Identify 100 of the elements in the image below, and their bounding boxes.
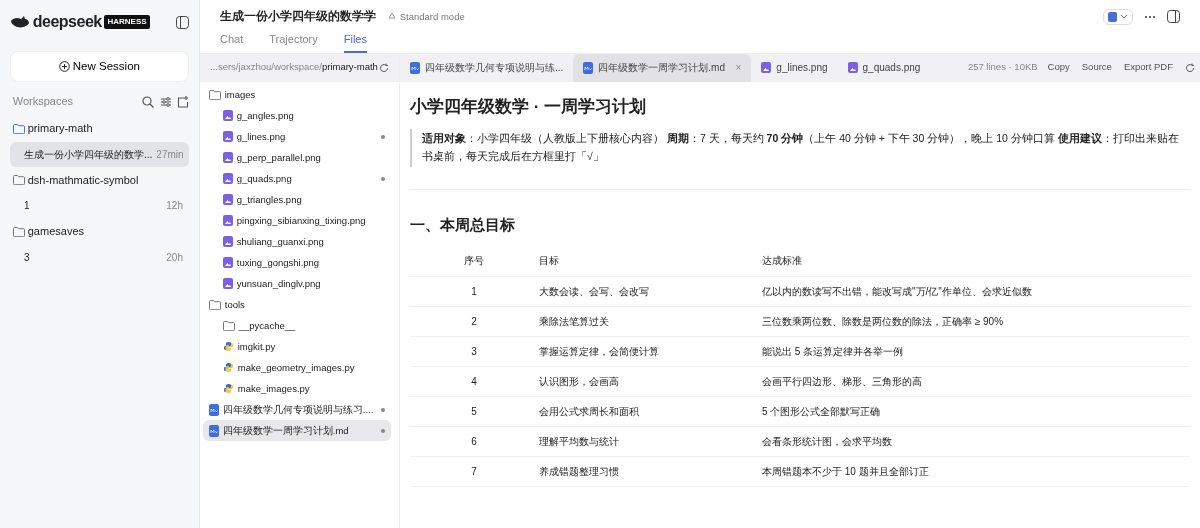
table-cell: 掌握运算定律，会简便计算 [538, 336, 761, 367]
file-item[interactable]: g_perp_parallel.png [202, 147, 391, 169]
table-cell: 亿以内的数读写不出错，能改写成"万/亿"作单位、会求近似数 [761, 276, 1190, 307]
file-item[interactable]: g_quads.png [202, 168, 391, 190]
table-cell: 会画平行四边形、梯形、三角形的高 [761, 366, 1190, 397]
file-item[interactable]: 四年级数学一周学习计划.md [202, 420, 391, 442]
session-item[interactable]: 生成一份小学四年级的数学... 27min [10, 141, 189, 167]
file-item[interactable]: yunsuan_dinglv.png [202, 273, 391, 295]
workspace-item[interactable]: gamesaves [10, 218, 189, 245]
file-item[interactable]: g_angles.png [202, 105, 391, 127]
mode-label: Standard mode [399, 9, 465, 24]
view-tab[interactable]: Chat [220, 28, 244, 53]
caret-icon [1120, 13, 1128, 20]
toolbar-button[interactable]: Source [1075, 60, 1118, 75]
intro-paragraph: 适用对象：小学四年级（人教版上下册核心内容） 周期：7 天，每天约 70 分钟（上午 40 分钟 + 下午 30 分钟），晚上 10 分钟口算 使用建议：打印出来贴在书桌前，每天完成后在方框里打「√」 [410, 129, 1190, 167]
markdown-file-icon [583, 61, 594, 74]
folder-icon [208, 89, 221, 100]
modified-dot-icon [381, 428, 385, 433]
image-file-icon [847, 62, 858, 73]
file-item[interactable]: 四年级数学几何专项说明与练习.... [202, 399, 391, 421]
refresh-icon[interactable] [379, 62, 389, 73]
image-file-icon [222, 257, 233, 269]
new-session-button[interactable]: New Session [10, 51, 189, 83]
table-cell: 理解平均数与统计 [538, 426, 761, 457]
more-icon[interactable] [1144, 14, 1156, 19]
file-item[interactable]: tuxing_gongshi.png [202, 252, 391, 274]
file-item[interactable]: make_geometry_images.py [202, 357, 391, 379]
table-cell: 6 [410, 426, 538, 457]
file-item[interactable]: g_lines.png [202, 126, 391, 148]
table-cell: 本周错题本不少于 10 题并且全部订正 [761, 456, 1190, 487]
folder-icon [222, 320, 235, 331]
column-header: 达成标准 [761, 246, 1190, 277]
session-title: 生成一份小学四年级的数学学 [220, 9, 376, 24]
search-icon[interactable] [142, 95, 154, 108]
session-item[interactable]: 3 20h [10, 244, 189, 270]
whale-logo-icon [10, 15, 30, 29]
table-cell: 7 [410, 456, 538, 487]
image-file-icon [222, 278, 233, 290]
image-file-icon [222, 236, 233, 248]
markdown-file-icon [208, 403, 219, 416]
image-file-icon [222, 110, 233, 122]
table-cell: 1 [410, 276, 538, 307]
file-tab[interactable]: g_lines.png [751, 53, 838, 82]
image-file-icon [761, 62, 772, 73]
markdown-file-icon [208, 424, 219, 437]
workspace-item[interactable]: dsh-mathmatic-symbol [10, 166, 189, 194]
session-item[interactable]: 1 12h [10, 193, 189, 219]
file-item[interactable]: shuliang_guanxi.png [202, 231, 391, 253]
folder-item[interactable]: __pycache__ [202, 315, 391, 337]
sidebar-toggle-icon[interactable] [176, 15, 189, 29]
table-cell: 养成错题整理习惯 [538, 456, 761, 487]
markdown-file-icon [410, 61, 420, 74]
folder-item[interactable]: images [202, 84, 391, 106]
image-file-icon [222, 131, 233, 143]
table-cell: 会用公式求周长和面积 [538, 396, 761, 427]
view-tab[interactable]: Trajectory [269, 28, 318, 53]
modified-dot-icon [381, 176, 385, 181]
folder-item[interactable]: tools [202, 294, 391, 316]
view-tab[interactable]: Files [343, 28, 367, 53]
table-cell: 大数会读、会写、会改写 [538, 276, 761, 307]
file-tab[interactable]: 四年级数学几何专项说明与练... [400, 53, 574, 82]
toolbar-button[interactable]: Copy [1041, 60, 1076, 75]
image-file-icon [222, 215, 233, 227]
file-item[interactable]: g_triangles.png [202, 189, 391, 211]
image-file-icon [222, 152, 233, 164]
panel-toggle-icon[interactable] [1167, 10, 1180, 24]
workspaces-label: Workspaces [12, 94, 74, 110]
file-tab[interactable]: g_quads.png [837, 53, 931, 82]
column-header: 序号 [410, 246, 538, 277]
table-cell: 5 [410, 396, 538, 427]
table-cell: 2 [410, 306, 538, 337]
workspace-item[interactable]: primary-math [10, 115, 189, 142]
python-file-icon [222, 383, 234, 395]
file-item[interactable]: pingxing_sibianxing_tixing.png [202, 210, 391, 232]
path-breadcrumb: ...sers/jaxzhou/workspace/primary-math [210, 60, 378, 75]
file-item[interactable]: make_images.py [202, 378, 391, 400]
table-cell: 乘除法笔算过关 [538, 306, 761, 337]
sliders-icon[interactable] [159, 95, 172, 108]
column-header: 目标 [538, 246, 761, 277]
table-cell: 会看条形统计图，会求平均数 [761, 426, 1190, 457]
table-cell: 认识图形，会画高 [538, 366, 761, 397]
section-heading: 一、本周总目标 [410, 188, 1190, 237]
table-cell: 4 [410, 366, 538, 397]
modified-dot-icon [381, 407, 385, 412]
table-cell: 三位数乘两位数、除数是两位数的除法，正确率 ≥ 90% [761, 306, 1190, 337]
model-picker[interactable] [1103, 8, 1133, 25]
refresh-icon[interactable] [1184, 62, 1195, 73]
file-info: 257 lines · 10KB [967, 60, 1038, 75]
table-cell: 5 个图形公式全部默写正确 [761, 396, 1190, 427]
toolbar-button[interactable]: Export PDF [1117, 60, 1179, 75]
python-file-icon [222, 341, 234, 353]
brand-name: deepseek [32, 12, 102, 32]
file-tab[interactable]: 四年级数学一周学习计划.md × [573, 53, 752, 82]
folder-icon [208, 299, 221, 310]
image-file-icon [222, 173, 233, 185]
modified-dot-icon [381, 134, 385, 139]
python-file-icon [222, 362, 234, 374]
document-icon [1108, 11, 1118, 22]
brand-badge: HARNESS [104, 15, 150, 29]
file-item[interactable]: imgkit.py [202, 336, 391, 358]
